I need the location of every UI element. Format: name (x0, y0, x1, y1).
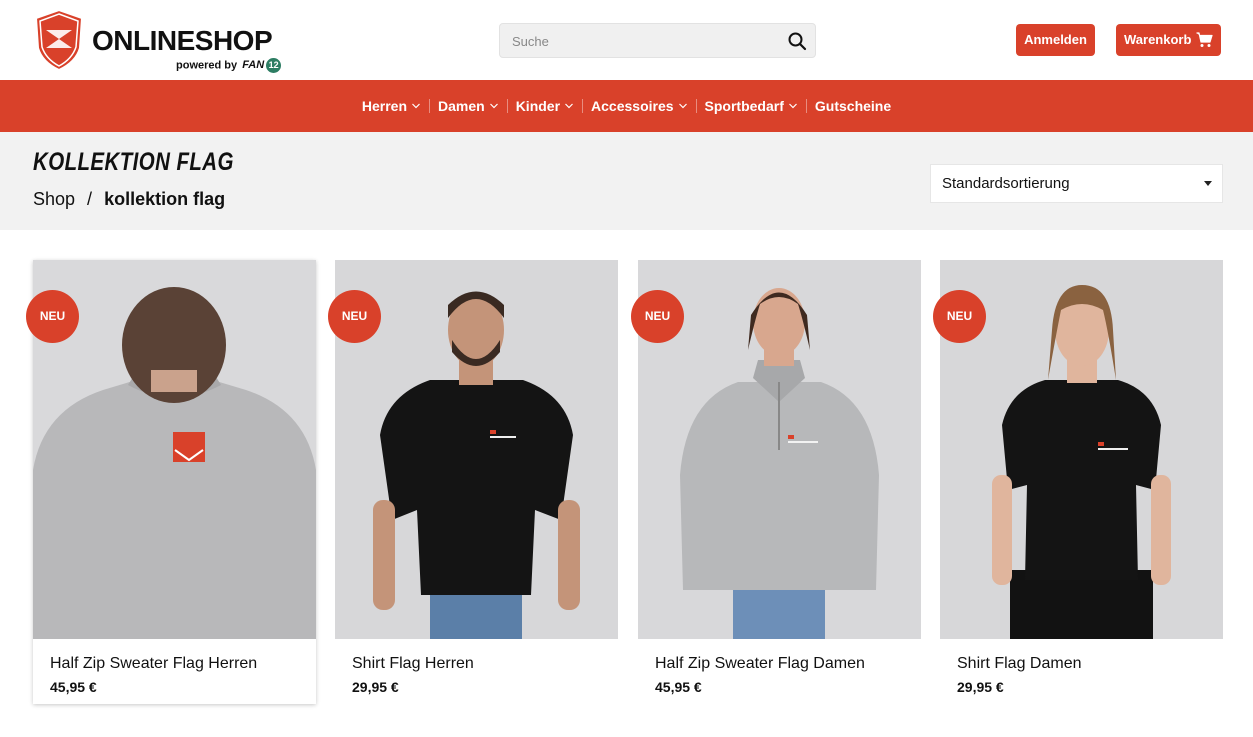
club-crest-icon (34, 8, 84, 72)
chevron-down-icon (678, 103, 687, 109)
powered-brand: FAN (242, 59, 265, 72)
new-badge: NEU (631, 290, 684, 343)
sort-select[interactable]: Standardsortierung (930, 164, 1223, 203)
nav-label: Kinder (515, 98, 561, 114)
nav-item-damen[interactable]: Damen (430, 98, 507, 114)
cart-label: Warenkorb (1124, 32, 1192, 47)
search-icon[interactable] (787, 31, 807, 51)
nav-label: Accessoires (591, 98, 674, 114)
main-navigation: Herren Damen Kinder Accessoires Sportbed… (0, 80, 1253, 132)
powered-brand-number: 12 (266, 58, 282, 73)
cart-icon (1196, 32, 1213, 47)
site-header: ONLINESHOP powered by FAN12 Anmelden War… (0, 0, 1253, 80)
product-card[interactable]: NEU Half Zip Sweater Flag Damen 45,95 € (631, 260, 921, 704)
category-header: KOLLEKTION FLAG Shop / kollektion flag Sta… (0, 132, 1253, 230)
nav-label: Damen (438, 98, 485, 114)
chevron-down-icon (412, 103, 420, 109)
new-badge: NEU (933, 290, 986, 343)
product-name[interactable]: Half Zip Sweater Flag Damen (655, 655, 865, 673)
breadcrumb-current: kollektion flag (104, 189, 226, 209)
product-card[interactable]: NEU Shirt Flag Herren 29,95 € (328, 260, 618, 704)
powered-by-text: powered by (176, 59, 238, 72)
chevron-down-icon (788, 103, 797, 109)
nav-item-accessoires[interactable]: Accessoires (583, 98, 696, 114)
chevron-down-icon (489, 103, 498, 109)
breadcrumb-separator: / (87, 189, 93, 209)
nav-item-gutscheine[interactable]: Gutscheine (807, 98, 899, 114)
new-badge: NEU (26, 290, 79, 343)
nav-label: Gutscheine (814, 98, 892, 114)
nav-item-herren[interactable]: Herren (354, 98, 429, 114)
sort-selected-value: Standardsortierung (942, 175, 1070, 192)
search-box (499, 23, 816, 58)
nav-menu: Herren Damen Kinder Accessoires Sportbed… (0, 80, 1253, 132)
breadcrumb: Shop / kollektion flag (33, 189, 225, 210)
nav-item-kinder[interactable]: Kinder (508, 98, 582, 114)
site-logo[interactable]: ONLINESHOP powered by FAN 12 (32, 8, 282, 74)
product-price: 29,95 € (957, 679, 1004, 695)
logo-title: ONLINESHOP (92, 25, 273, 56)
product-name[interactable]: Half Zip Sweater Flag Herren (50, 655, 257, 673)
page-title: KOLLEKTION FLAG (33, 148, 234, 176)
chevron-down-icon (565, 103, 573, 109)
nav-label: Sportbedarf (704, 98, 784, 114)
product-card[interactable]: NEU Shirt Flag Damen 29,95 € (933, 260, 1223, 704)
product-card[interactable]: NEU Half Zip Sweater Flag Herren 45,95 € (26, 260, 316, 704)
new-badge: NEU (328, 290, 381, 343)
breadcrumb-shop-link[interactable]: Shop (33, 189, 75, 209)
product-price: 45,95 € (655, 679, 702, 695)
nav-item-sportbedarf[interactable]: Sportbedarf (697, 98, 806, 114)
cart-button[interactable]: Warenkorb (1116, 24, 1221, 56)
login-button[interactable]: Anmelden (1016, 24, 1095, 56)
product-price: 45,95 € (50, 679, 97, 695)
nav-label: Herren (361, 98, 407, 114)
product-name[interactable]: Shirt Flag Herren (352, 655, 474, 673)
powered-by-label: powered by FAN 12 (176, 58, 282, 73)
caret-down-icon (1204, 181, 1212, 186)
product-name[interactable]: Shirt Flag Damen (957, 655, 1082, 673)
product-price: 29,95 € (352, 679, 399, 695)
search-input[interactable] (512, 32, 772, 50)
